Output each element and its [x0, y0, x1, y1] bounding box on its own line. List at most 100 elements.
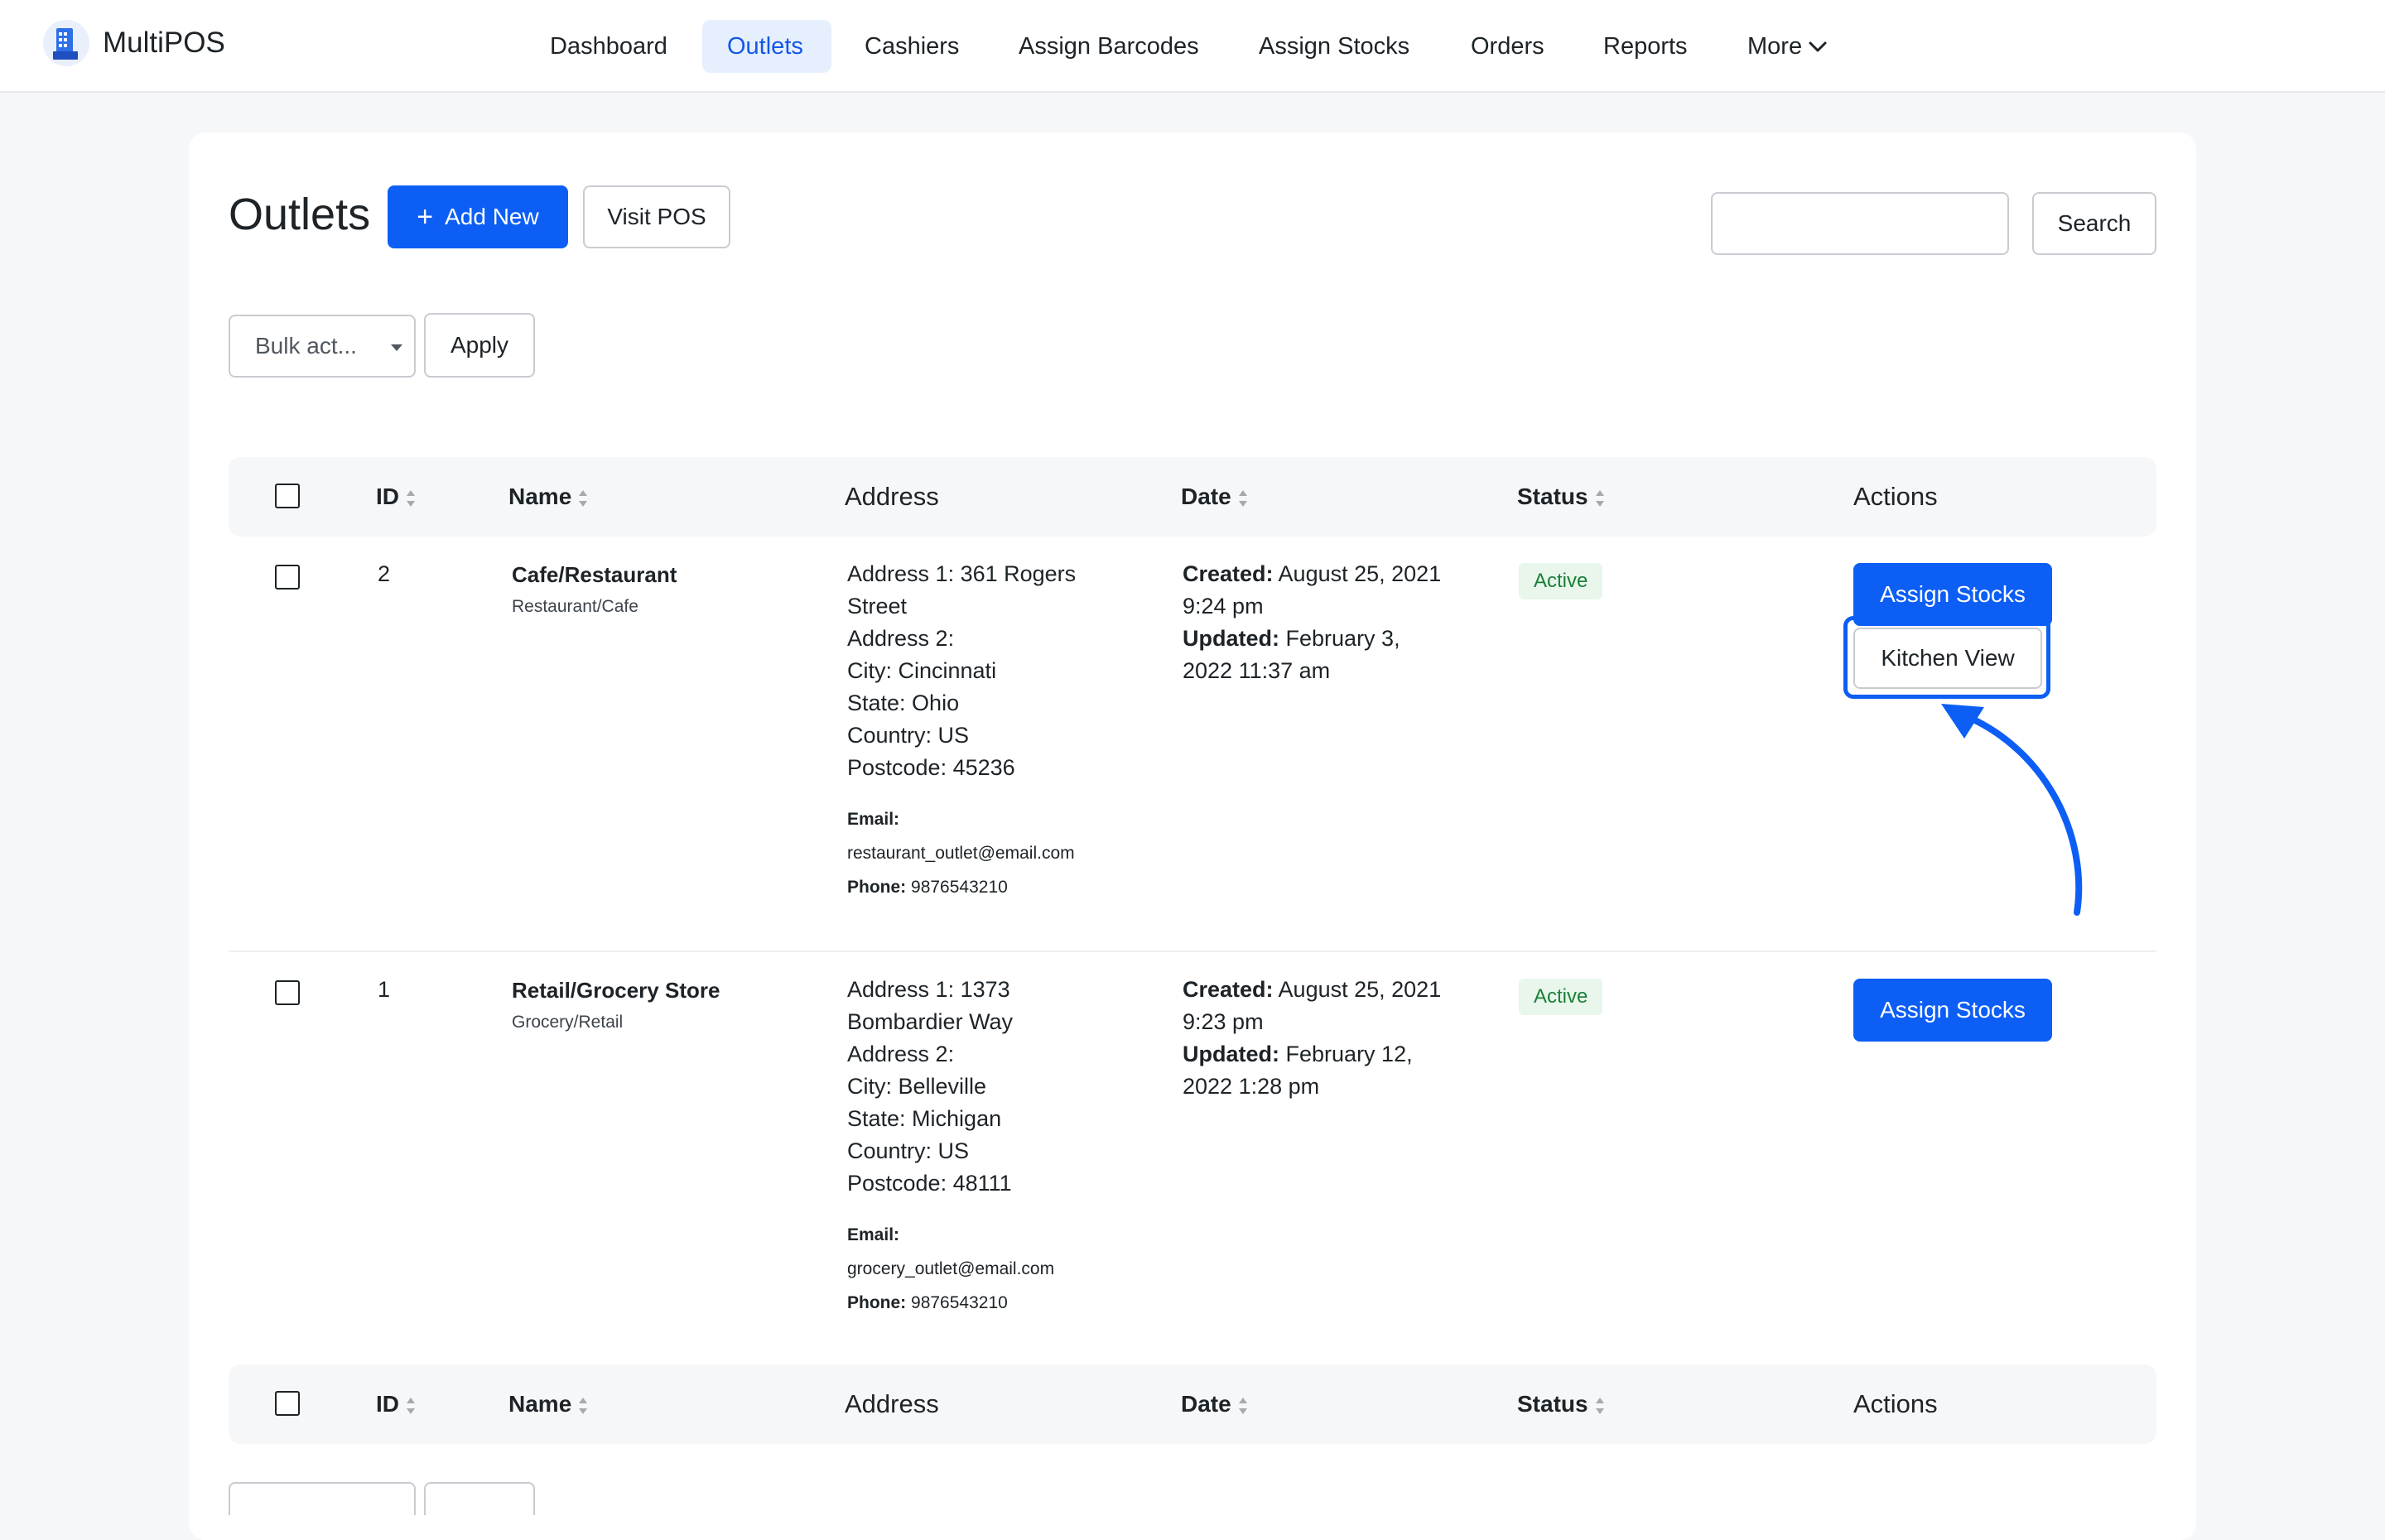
updated-line: Updated: February 3,	[1183, 623, 1481, 655]
sort-icon	[1595, 489, 1604, 507]
add-new-label: Add New	[445, 204, 539, 229]
page-title: Outlets	[229, 190, 371, 239]
address-city: City: Cincinnati	[847, 658, 997, 683]
column-header-name[interactable]: Name	[508, 457, 588, 537]
bulk-action-value: Bulk act...	[255, 333, 357, 359]
search-input[interactable]	[1711, 192, 2009, 255]
column-header-status[interactable]: Status	[1517, 1364, 1605, 1444]
row-name-cell: Cafe/Restaurant Restaurant/Cafe	[512, 560, 677, 619]
address-line-1-cont: Bombardier Way	[847, 1009, 1014, 1034]
address-line-1: Address 1: 1373	[847, 977, 1010, 1002]
sort-icon	[579, 1397, 588, 1414]
visit-pos-button[interactable]: Visit POS	[583, 185, 730, 248]
column-name-label: Name	[508, 1391, 572, 1417]
select-all-checkbox[interactable]	[275, 1391, 300, 1416]
phone-line: Phone: 9876543210	[847, 870, 1162, 904]
row-divider	[229, 950, 2156, 952]
outlet-type: Restaurant/Cafe	[512, 597, 638, 616]
updated-label: Updated:	[1183, 1042, 1279, 1066]
address-state: State: Michigan	[847, 1106, 1002, 1131]
chevron-down-icon	[1809, 41, 1827, 52]
table-footer-header: ID Name Address Date Status Actions	[229, 1364, 2156, 1444]
nav-item-orders[interactable]: Orders	[1446, 20, 1569, 73]
sort-icon	[1238, 1397, 1247, 1414]
sort-icon	[1238, 489, 1247, 507]
column-id-label: ID	[376, 484, 399, 509]
created-date: August 25, 2021	[1278, 977, 1442, 1002]
select-all-checkbox[interactable]	[275, 484, 300, 508]
row-date-cell: Created: August 25, 2021 9:24 pm Updated…	[1183, 558, 1481, 687]
apply-button-bottom[interactable]	[424, 1482, 535, 1515]
status-badge: Active	[1519, 563, 1603, 599]
nav-item-cashiers[interactable]: Cashiers	[840, 20, 984, 73]
created-date: August 25, 2021	[1278, 561, 1442, 586]
column-header-address: Address	[845, 1389, 939, 1418]
address-postcode: Postcode: 45236	[847, 755, 1015, 780]
outlets-panel: Outlets + Add New Visit POS Search Bulk …	[189, 132, 2196, 1540]
nav-item-assign-barcodes[interactable]: Assign Barcodes	[994, 20, 1224, 73]
nav-item-dashboard[interactable]: Dashboard	[525, 20, 692, 73]
column-header-status[interactable]: Status	[1517, 457, 1605, 537]
row-date-cell: Created: August 25, 2021 9:23 pm Updated…	[1183, 974, 1481, 1103]
nav-item-outlets[interactable]: Outlets	[702, 20, 831, 73]
nav-item-assign-stocks[interactable]: Assign Stocks	[1234, 20, 1434, 73]
address-country: Country: US	[847, 1138, 970, 1163]
address-line-1: Address 1: 361 Rogers	[847, 561, 1077, 586]
row-address-cell: Address 1: 361 Rogers Street Address 2: …	[847, 558, 1162, 904]
search-button[interactable]: Search	[2032, 192, 2156, 255]
created-label: Created:	[1183, 561, 1274, 586]
column-header-date[interactable]: Date	[1181, 457, 1248, 537]
column-header-id[interactable]: ID	[376, 1364, 416, 1444]
phone-value: 9876543210	[911, 878, 1008, 897]
nav-item-reports[interactable]: Reports	[1578, 20, 1713, 73]
address-state: State: Ohio	[847, 691, 960, 715]
address-country: Country: US	[847, 723, 970, 748]
column-name-label: Name	[508, 484, 572, 509]
column-header-id[interactable]: ID	[376, 457, 416, 537]
row-id: 2	[378, 561, 391, 586]
annotation-arrow-icon	[1941, 704, 2083, 916]
email-label-text: Email:	[847, 810, 900, 829]
row-checkbox[interactable]	[275, 980, 300, 1005]
phone-line: Phone: 9876543210	[847, 1286, 1162, 1320]
column-header-date[interactable]: Date	[1181, 1364, 1248, 1444]
bulk-action-select-bottom[interactable]	[229, 1482, 416, 1515]
sort-icon	[407, 489, 415, 507]
email-label-text: Email:	[847, 1225, 900, 1244]
bulk-action-select[interactable]: Bulk act...	[229, 315, 416, 378]
outlet-name[interactable]: Cafe/Restaurant	[512, 560, 677, 590]
column-date-label: Date	[1181, 484, 1231, 509]
email-label: Email:	[847, 802, 1162, 836]
column-header-actions: Actions	[1853, 482, 1938, 511]
store-logo-icon	[43, 20, 89, 66]
apply-button[interactable]: Apply	[424, 313, 535, 378]
brand[interactable]: MultiPOS	[41, 18, 225, 68]
outlet-type: Grocery/Retail	[512, 1013, 624, 1032]
nav-more-label: More	[1747, 33, 1803, 60]
updated-date: February 3,	[1285, 626, 1400, 651]
status-badge: Active	[1519, 979, 1603, 1015]
kitchen-view-highlight	[1843, 616, 2050, 699]
nav-item-more[interactable]: More	[1722, 20, 1852, 73]
created-time: 9:23 pm	[1183, 1009, 1264, 1034]
assign-stocks-button[interactable]: Assign Stocks	[1853, 979, 2052, 1042]
address-line-2: Address 2:	[847, 626, 955, 651]
row-address-cell: Address 1: 1373 Bombardier Way Address 2…	[847, 974, 1162, 1320]
app-name: MultiPOS	[103, 26, 225, 59]
updated-label: Updated:	[1183, 626, 1279, 651]
column-header-address: Address	[845, 482, 939, 511]
column-id-label: ID	[376, 1391, 399, 1417]
row-checkbox[interactable]	[275, 565, 300, 590]
phone-value: 9876543210	[911, 1293, 1008, 1312]
column-date-label: Date	[1181, 1391, 1231, 1417]
outlet-name[interactable]: Retail/Grocery Store	[512, 975, 720, 1005]
column-status-label: Status	[1517, 484, 1588, 509]
email-value: restaurant_outlet@email.com	[847, 844, 1075, 863]
table-header: ID Name Address Date Status Actions	[229, 457, 2156, 537]
updated-time: 2022 11:37 am	[1183, 658, 1331, 683]
address-line-1-cont: Street	[847, 594, 908, 618]
add-new-button[interactable]: + Add New	[388, 185, 568, 248]
top-navigation-bar: MultiPOS Dashboard Outlets Cashiers Assi…	[0, 0, 2385, 93]
updated-date: February 12,	[1285, 1042, 1413, 1066]
column-header-name[interactable]: Name	[508, 1364, 588, 1444]
